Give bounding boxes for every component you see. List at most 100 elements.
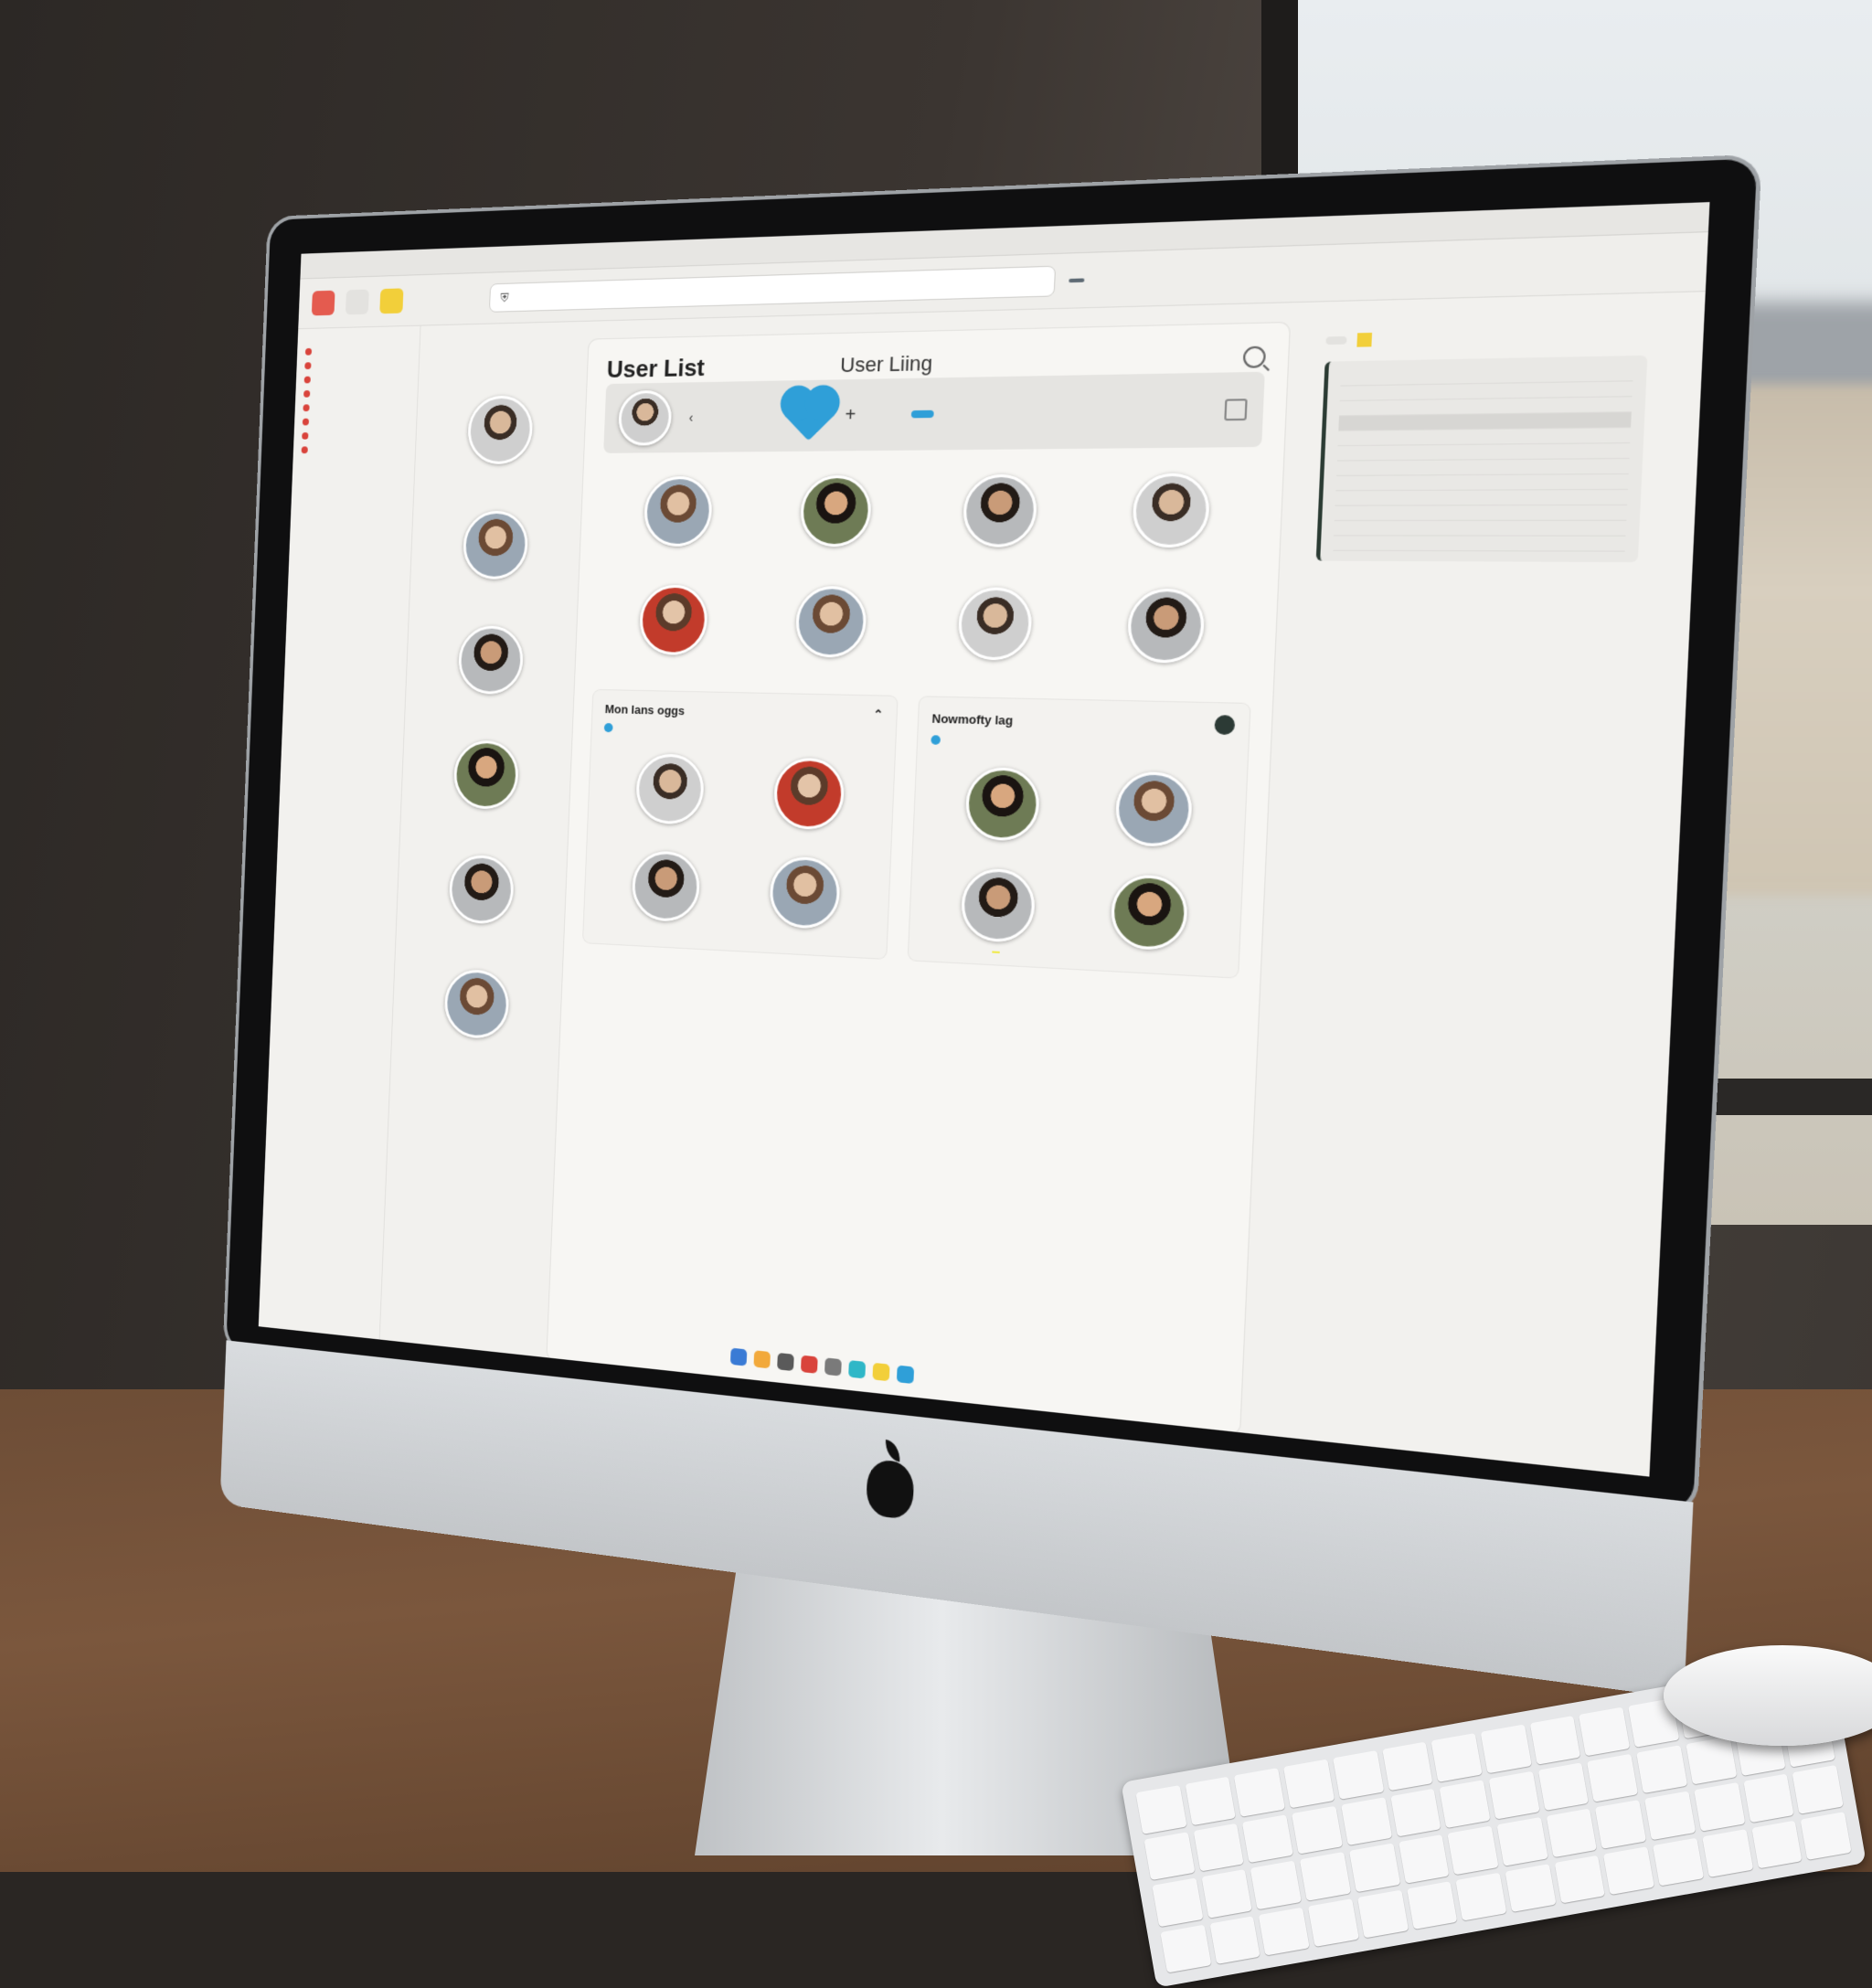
tab-badge[interactable] — [1069, 278, 1085, 283]
key — [1554, 1855, 1606, 1904]
dock-app-icon[interactable] — [800, 1355, 818, 1374]
details-row[interactable] — [1335, 474, 1629, 492]
details-row[interactable] — [1333, 536, 1626, 552]
avatar — [466, 395, 534, 465]
sidebar-item[interactable] — [304, 346, 411, 356]
avatar — [963, 766, 1040, 842]
avatar — [443, 968, 510, 1040]
avatar — [630, 849, 701, 923]
address-bar[interactable]: ⛨ — [488, 265, 1057, 313]
details-row[interactable] — [1335, 489, 1628, 506]
subpanel-header: Nowmofty lag — [931, 708, 1236, 736]
avatar — [1125, 588, 1206, 664]
key — [1701, 1828, 1753, 1877]
person-card[interactable] — [457, 625, 525, 696]
key — [1750, 1820, 1803, 1869]
nav-dot-icon — [302, 418, 310, 426]
sidebar-item[interactable] — [302, 431, 408, 440]
user-card[interactable] — [910, 587, 1081, 662]
view-button[interactable] — [345, 289, 369, 315]
key — [1340, 1796, 1392, 1846]
avatar — [961, 473, 1038, 547]
user-card[interactable] — [915, 473, 1086, 547]
key — [1587, 1753, 1639, 1802]
expand-icon[interactable] — [1224, 399, 1248, 421]
sidebar-item[interactable] — [304, 360, 410, 370]
dock-app-icon[interactable] — [777, 1352, 794, 1372]
user-card[interactable] — [601, 752, 740, 826]
user-card[interactable] — [927, 765, 1079, 843]
details-chip[interactable] — [1325, 335, 1347, 346]
user-card[interactable] — [750, 586, 913, 659]
sidebar-item[interactable] — [303, 374, 410, 384]
details-row[interactable] — [1336, 459, 1630, 476]
details-row[interactable] — [1334, 505, 1628, 522]
avatar — [1131, 473, 1211, 548]
record-button[interactable] — [311, 290, 335, 316]
chevron-up-icon[interactable]: ⌃ — [873, 707, 884, 723]
subpanel-grid — [596, 752, 881, 931]
avatar — [452, 739, 520, 811]
note-icon[interactable] — [1356, 332, 1373, 347]
avatar — [638, 584, 708, 656]
user-card[interactable] — [733, 855, 878, 932]
dock-app-icon[interactable] — [872, 1362, 890, 1382]
key — [1636, 1744, 1688, 1794]
pin-icon — [603, 723, 613, 733]
back-chevron-icon[interactable]: ‹ — [688, 410, 693, 425]
key — [1686, 1736, 1737, 1785]
user-grid — [595, 473, 1260, 664]
sidebar-item[interactable] — [301, 445, 408, 454]
pin-icon — [931, 735, 941, 745]
key — [1644, 1791, 1696, 1840]
person-card[interactable] — [448, 854, 516, 926]
user-card[interactable] — [737, 756, 881, 832]
details-panel-header — [1325, 326, 1649, 347]
person-card[interactable] — [462, 510, 529, 579]
person-card[interactable] — [466, 395, 534, 465]
key — [1185, 1776, 1237, 1825]
dock-app-icon[interactable] — [729, 1347, 748, 1366]
user-card[interactable] — [595, 584, 752, 656]
sidebar-item[interactable] — [303, 403, 409, 412]
dock-app-icon[interactable] — [824, 1357, 842, 1377]
avatar — [634, 752, 705, 825]
user-card[interactable] — [1075, 770, 1232, 849]
key — [1389, 1788, 1441, 1837]
featured-info — [911, 409, 935, 419]
avatar — [448, 854, 516, 926]
plus-icon[interactable]: + — [845, 404, 856, 426]
sidebar-item[interactable] — [302, 417, 409, 426]
details-row[interactable] — [1334, 520, 1627, 537]
key — [1258, 1907, 1310, 1956]
key — [1480, 1724, 1532, 1773]
key — [1792, 1764, 1844, 1814]
key — [1250, 1860, 1302, 1909]
avatar — [956, 587, 1033, 661]
avatar — [1109, 873, 1188, 951]
dock-app-icon[interactable] — [753, 1350, 771, 1369]
screen: ⛨ User List User Liing ‹ + Mon lans oggs… — [258, 202, 1710, 1477]
user-card[interactable] — [596, 848, 736, 924]
person-card[interactable] — [443, 968, 510, 1040]
user-card[interactable] — [754, 474, 918, 547]
action-button[interactable] — [911, 409, 935, 419]
subpanel-grid — [922, 765, 1233, 964]
user-card[interactable] — [922, 866, 1074, 957]
person-card[interactable] — [452, 739, 520, 811]
search-icon[interactable] — [1242, 345, 1267, 368]
user-card[interactable] — [1070, 872, 1228, 965]
notes-button[interactable] — [379, 288, 404, 314]
heart-icon[interactable] — [784, 390, 835, 441]
key — [1283, 1759, 1335, 1808]
user-card[interactable] — [1078, 588, 1255, 664]
sidebar-item[interactable] — [303, 388, 410, 398]
dock-app-icon[interactable] — [896, 1365, 915, 1385]
key — [1201, 1868, 1253, 1919]
avatar — [772, 757, 846, 831]
dock-app-icon[interactable] — [848, 1360, 867, 1379]
subpanel-title: Mon lans oggs — [604, 701, 686, 718]
user-card[interactable] — [600, 476, 757, 547]
key — [1242, 1813, 1293, 1864]
user-card[interactable] — [1082, 473, 1260, 548]
